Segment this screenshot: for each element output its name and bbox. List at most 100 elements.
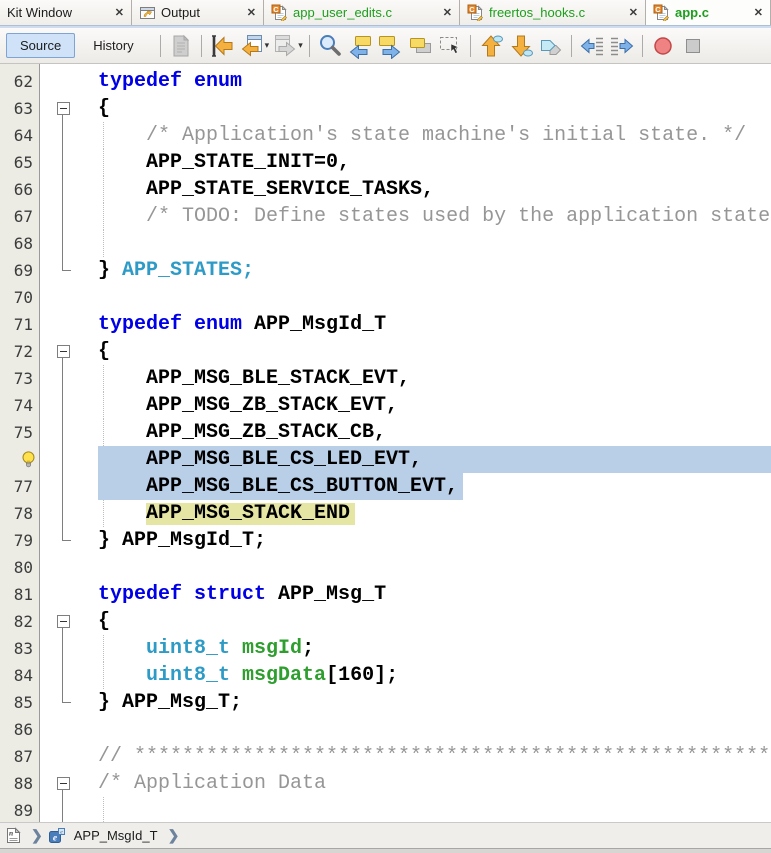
fold-line <box>62 500 63 527</box>
code-line[interactable]: 72{ <box>0 338 771 365</box>
find-next-icon[interactable] <box>377 33 403 59</box>
next-bookmark-icon[interactable] <box>508 33 534 59</box>
code-line[interactable]: 70 <box>0 284 771 311</box>
find-previous-icon[interactable] <box>347 33 373 59</box>
code-line[interactable]: 85} APP_Msg_T; <box>0 689 771 716</box>
code-line[interactable]: 82{ <box>0 608 771 635</box>
code-line[interactable]: 88/* Application Data <box>0 770 771 797</box>
breadcrumb-chevron-icon[interactable]: ❯ <box>168 827 180 844</box>
last-edit-icon[interactable] <box>209 33 235 59</box>
editor-toolbar: Source History ▾ ▾ <box>0 28 771 64</box>
fold-line <box>62 392 63 419</box>
c-file-icon: C <box>467 4 484 21</box>
fold-collapse-icon[interactable] <box>57 102 70 115</box>
code-line[interactable]: 80 <box>0 554 771 581</box>
code-line[interactable]: 68 <box>0 230 771 257</box>
tab-close-icon[interactable]: ✕ <box>239 6 256 19</box>
code-line[interactable]: 89 <box>0 797 771 822</box>
svg-text:C: C <box>273 5 279 14</box>
indent-guide <box>103 230 104 257</box>
code-text: uint8_t msgId; <box>98 635 314 662</box>
tab-close-icon[interactable]: ✕ <box>621 6 638 19</box>
fold-collapse-icon[interactable] <box>57 777 70 790</box>
code-line[interactable]: 74 APP_MSG_ZB_STACK_EVT, <box>0 392 771 419</box>
tab-output[interactable]: Output✕ <box>132 0 264 25</box>
code-editor[interactable]: 62typedef enum63 {64 /* Application's sta… <box>0 64 771 822</box>
source-view-button[interactable]: Source <box>6 33 75 58</box>
fold-end-tick <box>62 702 71 703</box>
shift-left-icon[interactable] <box>579 33 605 59</box>
rectangular-selection-icon[interactable] <box>437 33 463 59</box>
toggle-highlight-icon[interactable] <box>407 33 433 59</box>
fold-line <box>62 473 63 500</box>
code-line[interactable]: 67 /* TODO: Define states used by the ap… <box>0 203 771 230</box>
fold-collapse-icon[interactable] <box>57 615 70 628</box>
code-line[interactable]: 83 uint8_t msgId; <box>0 635 771 662</box>
diff-doc-icon <box>168 33 194 59</box>
fold-line <box>62 115 63 122</box>
toggle-bookmark-icon[interactable] <box>538 33 564 59</box>
back-icon[interactable] <box>239 33 265 59</box>
code-line[interactable]: 79} APP_MsgId_T; <box>0 527 771 554</box>
dropdown-caret-icon[interactable]: ▾ <box>298 40 303 51</box>
code-line[interactable]: 75 APP_MSG_ZB_STACK_CB, <box>0 419 771 446</box>
code-line[interactable]: 71typedef enum APP_MsgId_T <box>0 311 771 338</box>
hint-lightbulb-icon[interactable] <box>20 450 37 474</box>
breadcrumb: n ❯ ee APP_MsgId_T ❯ <box>0 822 771 848</box>
code-line[interactable]: 87// ***********************************… <box>0 743 771 770</box>
code-line[interactable]: 73 APP_MSG_BLE_STACK_EVT, <box>0 365 771 392</box>
stop-macro-icon[interactable] <box>680 33 706 59</box>
code-text: APP_MSG_STACK_END <box>98 500 350 527</box>
line-number: 80 <box>0 554 33 581</box>
line-number: 77 <box>0 473 33 500</box>
line-number: 70 <box>0 284 33 311</box>
fold-line <box>62 230 63 257</box>
tab-close-icon[interactable]: ✕ <box>107 6 124 19</box>
indent-guide <box>103 797 104 822</box>
record-macro-icon[interactable] <box>650 33 676 59</box>
code-text: typedef enum APP_MsgId_T <box>98 311 386 338</box>
dropdown-caret-icon[interactable]: ▾ <box>265 40 270 51</box>
tab-label: app_user_edits.c <box>293 5 392 20</box>
code-line[interactable]: 78 APP_MSG_STACK_END <box>0 500 771 527</box>
breadcrumb-label: APP_MsgId_T <box>74 828 158 843</box>
code-text: /* TODO: Define states used by the appli… <box>98 203 771 230</box>
breadcrumb-item[interactable]: APP_MsgId_T <box>69 828 158 843</box>
tab-freertos-hooks-c[interactable]: Cfreertos_hooks.c ✕ <box>460 0 646 25</box>
find-icon[interactable] <box>317 33 343 59</box>
code-text: /* Application's state machine's initial… <box>98 122 746 149</box>
code-text: { <box>98 95 110 122</box>
fold-line <box>62 635 63 662</box>
code-line[interactable]: 63 { <box>0 95 771 122</box>
code-line[interactable]: 65 APP_STATE_INIT=0, <box>0 149 771 176</box>
tab-close-icon[interactable]: ✕ <box>435 6 452 19</box>
code-line[interactable]: 81typedef struct APP_Msg_T <box>0 581 771 608</box>
code-line[interactable]: APP_MSG_BLE_CS_LED_EVT, <box>0 446 771 473</box>
tab-kit-window[interactable]: Kit Window ✕ <box>0 0 132 25</box>
tab-close-icon[interactable]: ✕ <box>746 6 763 19</box>
svg-text:C: C <box>655 5 661 14</box>
history-view-button[interactable]: History <box>79 33 147 58</box>
tab-app-user-edits-c[interactable]: Capp_user_edits.c ✕ <box>264 0 460 25</box>
enum-icon[interactable]: ee <box>49 828 65 844</box>
line-number: 63 <box>0 95 33 122</box>
code-line[interactable]: 62typedef enum <box>0 68 771 95</box>
breadcrumb-chevron-icon[interactable]: ❯ <box>31 827 43 844</box>
code-text: } APP_STATES; <box>98 257 254 284</box>
code-line[interactable]: 66 APP_STATE_SERVICE_TASKS, <box>0 176 771 203</box>
code-line[interactable]: 77 APP_MSG_BLE_CS_BUTTON_EVT, <box>0 473 771 500</box>
file-badge-icon[interactable]: n <box>6 827 21 844</box>
code-line[interactable]: 84 uint8_t msgData[160]; <box>0 662 771 689</box>
tab-label: freertos_hooks.c <box>489 5 585 20</box>
svg-text:C: C <box>469 5 475 14</box>
tab-label: Kit Window <box>7 5 72 20</box>
fold-line <box>62 527 63 541</box>
previous-bookmark-icon[interactable] <box>478 33 504 59</box>
fold-collapse-icon[interactable] <box>57 345 70 358</box>
shift-right-icon[interactable] <box>609 33 635 59</box>
tab-app-c[interactable]: Capp.c✕ <box>646 0 771 25</box>
code-line[interactable]: 86 <box>0 716 771 743</box>
code-text: } APP_Msg_T; <box>98 689 242 716</box>
code-line[interactable]: 64 /* Application's state machine's init… <box>0 122 771 149</box>
code-line[interactable]: 69} APP_STATES; <box>0 257 771 284</box>
